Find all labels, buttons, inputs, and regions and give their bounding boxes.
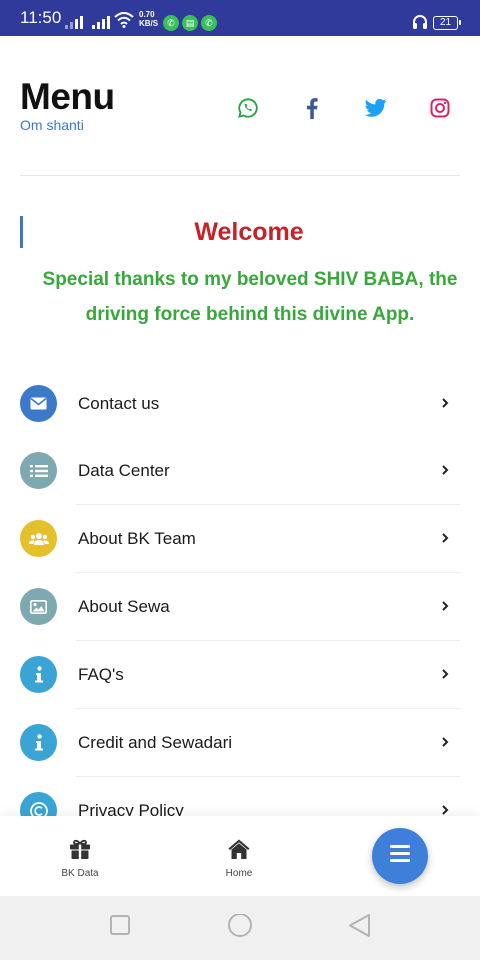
headphones-icon [411, 13, 429, 36]
app-notification-icon: ▤ [182, 15, 198, 31]
signal-icon-2 [92, 13, 110, 29]
nav-home[interactable]: Home [199, 838, 279, 879]
bottom-navigation: BK Data Home [0, 816, 480, 896]
nav-bk-data-label: BK Data [61, 868, 99, 879]
whatsapp-notification-icon-2: ✆ [201, 15, 217, 31]
chevron-right-icon [440, 598, 450, 619]
users-icon [20, 520, 57, 557]
menu-item-contact-us[interactable]: Contact us [20, 370, 460, 438]
menu-fab-button[interactable] [372, 828, 428, 884]
chevron-right-icon [440, 462, 450, 483]
menu-item-about-sewa[interactable]: About Sewa [20, 573, 460, 641]
home-icon [227, 839, 251, 864]
info-icon [20, 656, 57, 693]
welcome-title: Welcome [194, 218, 304, 246]
signal-icon [65, 13, 83, 29]
gift-icon [69, 839, 91, 864]
menu-list: Contact us Data Center About BK Team Abo… [20, 370, 460, 816]
status-time: 11:50 [20, 8, 62, 27]
wifi-icon [114, 12, 134, 33]
system-navigation-bar [0, 896, 480, 960]
menu-item-data-center[interactable]: Data Center [20, 437, 460, 505]
battery-icon: 21 [433, 16, 461, 30]
copyright-icon [20, 792, 57, 816]
menu-item-faqs[interactable]: FAQ's [20, 641, 460, 709]
welcome-message: Special thanks to my beloved SHIV BABA, … [42, 269, 458, 325]
nav-bk-data[interactable]: BK Data [40, 838, 120, 879]
info-icon [20, 724, 57, 761]
network-speed-value: 0.70 [139, 10, 155, 19]
page-title: Menu [20, 76, 115, 117]
whatsapp-icon[interactable] [236, 96, 260, 120]
back-button[interactable] [348, 914, 372, 943]
facebook-icon[interactable] [300, 96, 324, 120]
menu-item-credit-and-sewadari[interactable]: Credit and Sewadari [20, 709, 460, 777]
twitter-icon[interactable] [364, 96, 388, 120]
chevron-right-icon [440, 530, 450, 551]
chevron-right-icon [440, 802, 450, 816]
chevron-right-icon [440, 395, 450, 416]
menu-item-label: Credit and Sewadari [78, 733, 233, 752]
chevron-right-icon [440, 734, 450, 755]
instagram-icon[interactable] [428, 96, 452, 120]
menu-item-label: Privacy Policy [78, 801, 184, 816]
status-bar: 11:50 0.70 KB/S ✆ ▤ ✆ 21 [0, 0, 480, 36]
recent-apps-button[interactable] [109, 914, 131, 941]
chevron-right-icon [440, 666, 450, 687]
envelope-icon [20, 385, 57, 422]
whatsapp-notification-icon: ✆ [163, 15, 179, 31]
image-icon [20, 588, 57, 625]
list-icon [20, 452, 57, 489]
nav-home-label: Home [225, 868, 253, 879]
menu-item-label: Data Center [78, 461, 170, 480]
menu-item-privacy-policy[interactable]: Privacy Policy [20, 777, 460, 816]
home-button[interactable] [227, 913, 253, 945]
menu-item-label: FAQ's [78, 665, 124, 684]
menu-item-about-bk-team[interactable]: About BK Team [20, 505, 460, 573]
page-subtitle: Om shanti [20, 117, 84, 133]
menu-item-label: Contact us [78, 394, 160, 413]
hamburger-icon [390, 845, 410, 867]
menu-item-label: About Sewa [78, 597, 170, 616]
header-divider [20, 175, 460, 176]
menu-item-label: About BK Team [78, 529, 196, 548]
network-speed-unit: KB/S [139, 19, 159, 28]
network-speed: 0.70 KB/S [139, 10, 158, 28]
